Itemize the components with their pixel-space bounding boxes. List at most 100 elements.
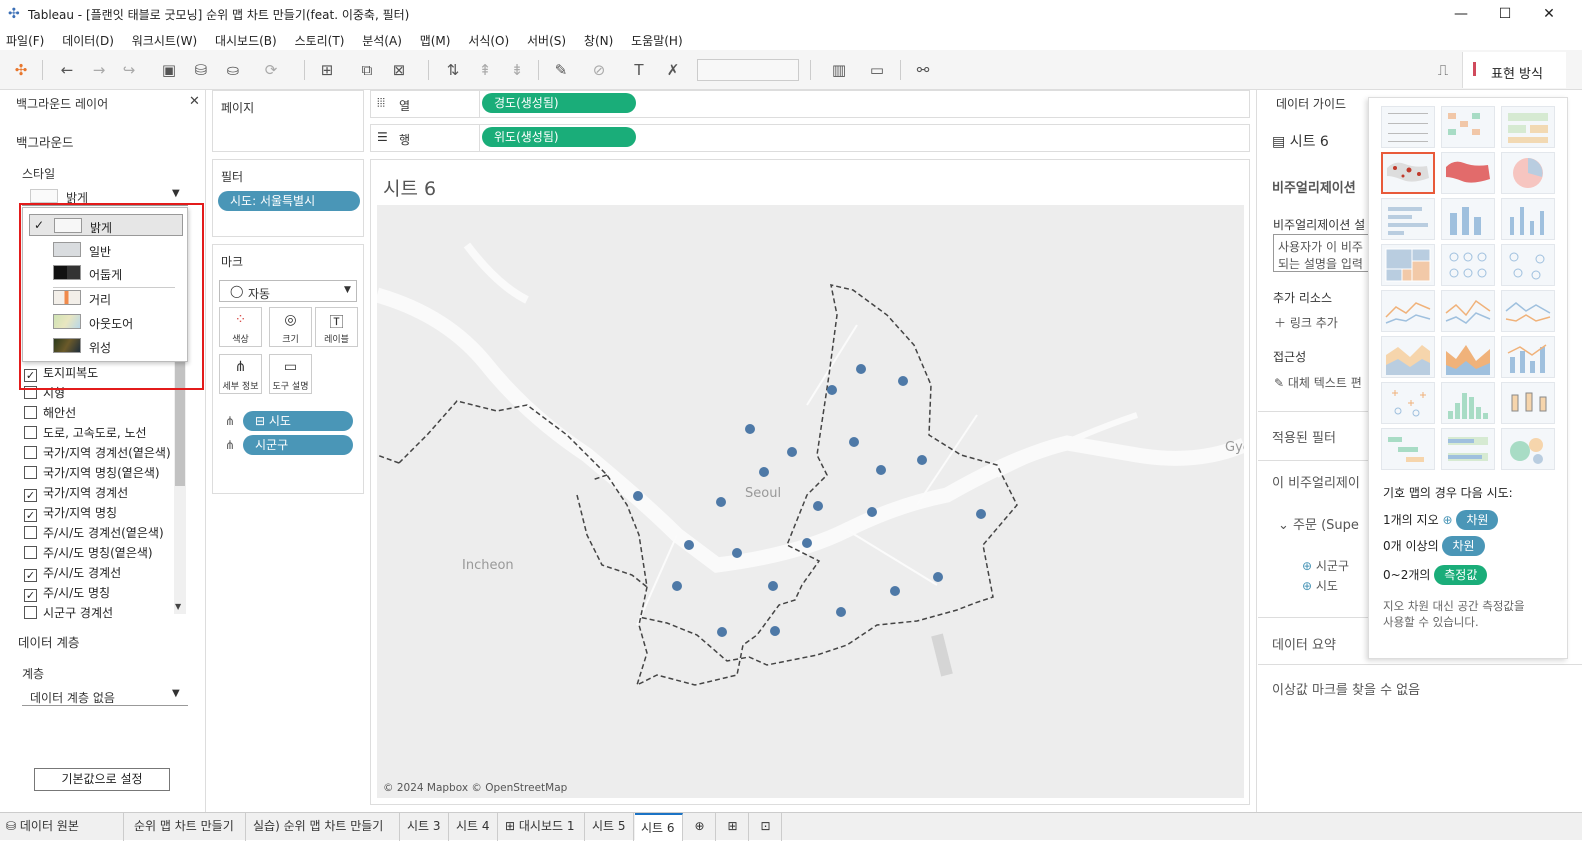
tab-data-source[interactable]: ⛁ 데이터 원본: [0, 813, 124, 841]
layer-checkbox[interactable]: 도로, 고속도로, 노선: [24, 424, 174, 442]
clear-sheet-icon[interactable]: ⊠: [388, 60, 410, 80]
data-guide-tab[interactable]: 데이터 가이드: [1276, 95, 1346, 112]
pin-icon[interactable]: ⎍: [1432, 60, 1454, 80]
datasource-icon[interactable]: ⛀: [222, 60, 244, 80]
filter-pill-sido[interactable]: 시도: 서울특별시: [218, 191, 360, 211]
mark-type-select[interactable]: ◯ 자동 ▼: [219, 280, 357, 302]
chart-thumb-lines-discrete[interactable]: [1441, 290, 1495, 332]
menu-story[interactable]: 스토리(T): [289, 28, 353, 49]
map-view[interactable]: Seoul Incheon Gyeo: [377, 205, 1244, 798]
redo-icon[interactable]: →: [88, 60, 110, 80]
layer-checkbox[interactable]: ✓ 국가/지역 경계선: [24, 484, 174, 502]
minimize-button[interactable]: —: [1446, 4, 1476, 24]
chart-thumb-circle-view[interactable]: [1441, 244, 1495, 286]
duplicate-sheet-icon[interactable]: ⧉: [356, 60, 378, 80]
chart-thumb-lines-continuous[interactable]: [1381, 290, 1435, 332]
layer-checkbox[interactable]: 주/시/도 명칭(옅은색): [24, 544, 174, 562]
tab-sheet[interactable]: 순위 맵 차트 만들기: [128, 813, 246, 841]
chart-thumb-treemap[interactable]: [1381, 244, 1435, 286]
chart-thumb-symbol-map[interactable]: [1381, 152, 1435, 194]
order-expander[interactable]: ⌄ 주문 (Supe: [1278, 514, 1359, 533]
set-default-button[interactable]: 기본값으로 설정: [34, 768, 170, 791]
marks-tooltip-button[interactable]: ▭ 도구 설명: [269, 354, 312, 394]
chart-thumb-pie[interactable]: [1501, 152, 1555, 194]
tab-sheet-active[interactable]: 시트 6: [635, 813, 683, 841]
menu-data[interactable]: 데이터(D): [56, 28, 122, 49]
add-link-button[interactable]: ＋ 링크 추가: [1274, 314, 1338, 331]
menu-map[interactable]: 맵(M): [414, 28, 459, 49]
marks-field-sido[interactable]: ⊟ 시도: [243, 411, 353, 431]
save-icon[interactable]: ▣: [158, 60, 180, 80]
menu-dashboard[interactable]: 대시보드(B): [209, 28, 285, 49]
chart-thumb-scatter[interactable]: [1381, 382, 1435, 424]
menu-server[interactable]: 서버(S): [521, 28, 574, 49]
fit-icon[interactable]: ▥: [828, 60, 850, 80]
chart-thumb-area-continuous[interactable]: [1381, 336, 1435, 378]
new-story-icon[interactable]: ⊡: [750, 813, 782, 841]
chart-thumb-area-discrete[interactable]: [1441, 336, 1495, 378]
chart-thumb-gantt[interactable]: [1381, 428, 1435, 470]
tab-sheet[interactable]: 시트 3: [401, 813, 449, 841]
rows-pill-latitude[interactable]: 위도(생성됨): [482, 127, 636, 147]
close-panel-icon[interactable]: ✕: [189, 94, 200, 109]
scroll-down-icon[interactable]: ▼: [175, 602, 181, 611]
layer-checkbox[interactable]: 시군구 경계선: [24, 604, 174, 622]
columns-pill-longitude[interactable]: 경도(생성됨): [482, 93, 636, 113]
new-worksheet-icon[interactable]: ⊕: [684, 813, 716, 841]
menu-file[interactable]: 파일(F): [0, 28, 52, 49]
refresh-icon[interactable]: ⟳: [260, 60, 282, 80]
chart-thumb-side-by-side-bar[interactable]: [1501, 198, 1555, 240]
menu-format[interactable]: 서식(O): [462, 28, 517, 49]
maximize-button[interactable]: ☐: [1490, 4, 1520, 24]
chart-thumb-side-by-side-circle[interactable]: [1501, 244, 1555, 286]
tableau-home-icon[interactable]: ✣: [10, 60, 32, 80]
viz-description-input[interactable]: 사용자가 이 비주 되는 설명을 입력: [1273, 234, 1373, 272]
layer-checkbox[interactable]: 국가/지역 경계선(옅은색): [24, 444, 174, 462]
share-icon[interactable]: ⚯: [912, 60, 934, 80]
new-sheet-icon[interactable]: ⊞: [316, 60, 338, 80]
sort-asc-icon[interactable]: ⇞: [474, 60, 496, 80]
replay-icon[interactable]: ↪: [118, 60, 140, 80]
marks-detail-button[interactable]: ⋔ 세부 정보: [219, 354, 262, 394]
fix-axes-icon[interactable]: ✗: [662, 60, 684, 80]
alt-text-button[interactable]: ✎ 대체 텍스트 편: [1274, 374, 1362, 391]
chart-thumb-highlight-table[interactable]: [1501, 106, 1555, 148]
layer-checkbox[interactable]: 국가/지역 명칭(옅은색): [24, 464, 174, 482]
chart-thumb-heatmap[interactable]: [1441, 106, 1495, 148]
highlight-icon[interactable]: ✎: [550, 60, 572, 80]
chart-thumb-stacked-bar[interactable]: [1441, 198, 1495, 240]
fit-combo[interactable]: [697, 59, 799, 81]
presentation-icon[interactable]: ▭: [866, 60, 888, 80]
layer-checkbox[interactable]: ✓ 주/시/도 명칭: [24, 584, 174, 602]
group-icon[interactable]: ⊘: [588, 60, 610, 80]
swap-icon[interactable]: ⇅: [442, 60, 464, 80]
menu-window[interactable]: 창(N): [578, 28, 621, 49]
layer-checkbox[interactable]: 주/시/도 경계선(옅은색): [24, 524, 174, 542]
labels-icon[interactable]: T: [628, 60, 650, 80]
tab-dashboard[interactable]: ⊞ 대시보드 1: [499, 813, 585, 841]
tab-sheet[interactable]: 시트 5: [586, 813, 634, 841]
chart-thumb-dual-combination[interactable]: [1501, 336, 1555, 378]
chart-thumb-bullet[interactable]: [1441, 428, 1495, 470]
chart-thumb-text-table[interactable]: [1381, 106, 1435, 148]
menu-analysis[interactable]: 분석(A): [356, 28, 410, 49]
new-datasource-icon[interactable]: ⛁: [190, 60, 212, 80]
chart-thumb-dual-lines[interactable]: [1501, 290, 1555, 332]
layer-select[interactable]: 데이터 계층 없음 ▼: [22, 686, 188, 706]
sort-desc-icon[interactable]: ⇟: [506, 60, 528, 80]
menu-help[interactable]: 도움말(H): [625, 28, 691, 49]
marks-field-sigungu[interactable]: 시군구: [243, 435, 353, 455]
new-dashboard-icon[interactable]: ⊞: [717, 813, 749, 841]
layer-checkbox[interactable]: 해안선: [24, 404, 174, 422]
marks-label-button[interactable]: 🅃 레이블: [315, 307, 358, 347]
menu-worksheet[interactable]: 워크시트(W): [126, 28, 205, 49]
chart-thumb-box-whisker[interactable]: [1501, 382, 1555, 424]
undo-icon[interactable]: ←: [56, 60, 78, 80]
tab-sheet[interactable]: 시트 4: [450, 813, 498, 841]
chart-thumb-histogram[interactable]: [1441, 382, 1495, 424]
close-button[interactable]: ✕: [1534, 4, 1564, 24]
chart-thumb-filled-map[interactable]: [1441, 152, 1495, 194]
chart-thumb-packed-bubbles[interactable]: [1501, 428, 1555, 470]
tab-sheet[interactable]: 실습) 순위 맵 차트 만들기: [247, 813, 400, 841]
chart-thumb-hbar[interactable]: [1381, 198, 1435, 240]
